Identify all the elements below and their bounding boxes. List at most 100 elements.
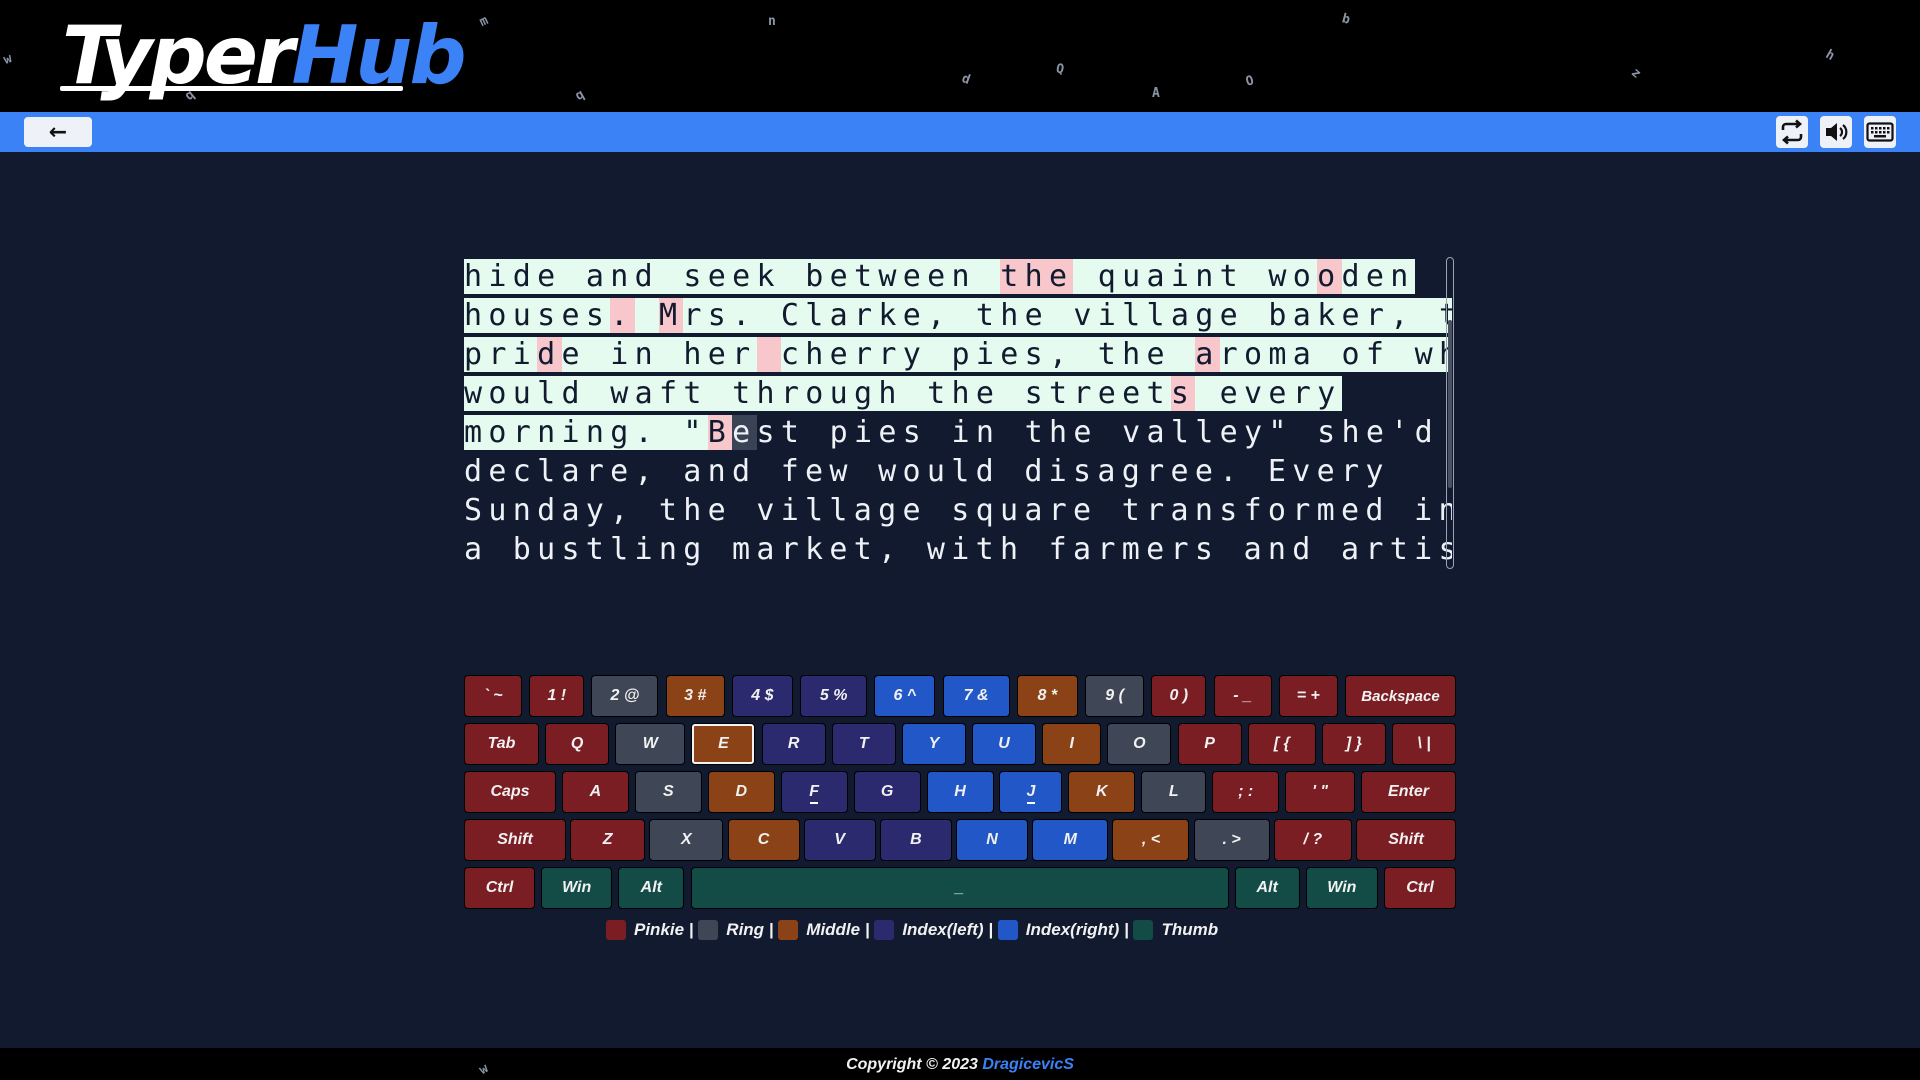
key-b[interactable]: B	[879, 819, 952, 861]
key-q[interactable]: Q	[545, 723, 610, 765]
key-1[interactable]: 1 !	[529, 675, 585, 717]
key-2[interactable]: 2 @	[591, 675, 659, 717]
text-line: morning. "Best pies in the valley" she'd	[464, 415, 1439, 450]
key-d[interactable]: D	[707, 771, 775, 813]
floating-letter: q	[572, 87, 588, 104]
key-e[interactable]: E	[691, 723, 756, 765]
key-f[interactable]: F	[780, 771, 848, 813]
key-win[interactable]: Win	[541, 867, 613, 909]
key-backspace[interactable]: Backspace	[1345, 675, 1456, 717]
key-j[interactable]: J	[999, 771, 1063, 813]
key-enter[interactable]: Enter	[1361, 771, 1456, 813]
logo-underline	[60, 86, 403, 91]
key-4[interactable]: 4 $	[731, 675, 793, 717]
key-s[interactable]: S	[634, 771, 702, 813]
key-k[interactable]: K	[1068, 771, 1136, 813]
key-x[interactable]: X	[649, 819, 724, 861]
key-g[interactable]: G	[853, 771, 921, 813]
legend-label: Thumb	[1161, 920, 1219, 939]
key-tab[interactable]: Tab	[464, 723, 539, 765]
legend-swatch	[997, 920, 1018, 940]
text-line: pride in her cherry pies, the aroma of w…	[464, 335, 1452, 374]
key-caps[interactable]: Caps	[464, 771, 556, 813]
footer: w Copyright © 2023 DragicevicS	[0, 1048, 1920, 1080]
typerhub-logo[interactable]: TyperHub	[62, 16, 467, 96]
key-3[interactable]: 3 #	[665, 675, 725, 717]
key-z[interactable]: Z	[570, 819, 646, 861]
key-v[interactable]: V	[803, 819, 876, 861]
volume-button[interactable]	[1820, 116, 1852, 148]
key-i[interactable]: I	[1042, 723, 1102, 765]
finger-legend: Pinkie | Ring | Middle | Index(left) | I…	[606, 918, 1218, 942]
key-w[interactable]: W	[615, 723, 686, 765]
legend-label: Pinkie |	[634, 920, 694, 939]
key-sym00[interactable]: ` ~	[464, 675, 522, 717]
repeat-button[interactable]	[1776, 116, 1808, 148]
legend-item-index-right: Index(right) |	[997, 920, 1134, 940]
key-t[interactable]: T	[831, 723, 896, 765]
floating-letter: A	[1152, 86, 1160, 101]
key-sym113[interactable]: \ |	[1392, 723, 1456, 765]
copyright-text: Copyright © 2023 DragicevicS	[0, 1056, 1920, 1074]
key-u[interactable]: U	[972, 723, 1037, 765]
key-m[interactable]: M	[1032, 819, 1109, 861]
legend-item-pinkie: Pinkie |	[606, 920, 698, 940]
key-sym43[interactable]: _	[690, 867, 1229, 909]
text-line: declare, and few would disagree. Every	[464, 454, 1390, 489]
text-line: a bustling market, with farmers and arti…	[464, 532, 1452, 567]
key-5[interactable]: 5 %	[800, 675, 868, 717]
typing-text-area[interactable]: hide and seek between the quaint wooden h…	[464, 257, 1452, 569]
legend-swatch	[1133, 920, 1154, 940]
key-sym011[interactable]: - _	[1213, 675, 1272, 717]
key-alt[interactable]: Alt	[1234, 867, 1300, 909]
key-y[interactable]: Y	[901, 723, 966, 765]
key-h[interactable]: H	[926, 771, 994, 813]
key-r[interactable]: R	[761, 723, 826, 765]
key-shift[interactable]: Shift	[1356, 819, 1456, 861]
key-sym310[interactable]: / ?	[1273, 819, 1352, 861]
key-8[interactable]: 8 *	[1016, 675, 1078, 717]
copyright-label: Copyright © 2023	[846, 1056, 983, 1073]
key-l[interactable]: L	[1141, 771, 1207, 813]
key-a[interactable]: A	[561, 771, 629, 813]
key-6[interactable]: 6 ^	[874, 675, 936, 717]
legend-label: Middle |	[806, 920, 870, 939]
key-c[interactable]: C	[727, 819, 800, 861]
keyboard-toggle-button[interactable]	[1864, 116, 1896, 148]
key-sym111[interactable]: [ {	[1247, 723, 1316, 765]
toolbar: ←	[0, 112, 1920, 152]
text-line: hide and seek between the quaint wooden	[464, 259, 1415, 294]
key-alt[interactable]: Alt	[618, 867, 685, 909]
back-button[interactable]: ←	[24, 117, 92, 147]
legend-item-middle: Middle |	[778, 920, 874, 940]
author-link[interactable]: DragicevicS	[982, 1056, 1074, 1073]
repeat-icon	[1781, 119, 1803, 145]
key-sym112[interactable]: ] }	[1321, 723, 1386, 765]
legend-item-ring: Ring |	[698, 920, 778, 940]
key-shift[interactable]: Shift	[464, 819, 566, 861]
text-scrollbar-thumb[interactable]	[1448, 320, 1452, 488]
floating-letter: d	[959, 71, 973, 88]
key-o[interactable]: O	[1107, 723, 1172, 765]
key-ctrl[interactable]: Ctrl	[1384, 867, 1456, 909]
key-sym39[interactable]: . >	[1193, 819, 1270, 861]
legend-item-index-left: Index(left) |	[874, 920, 997, 940]
key-sym38[interactable]: , <	[1112, 819, 1190, 861]
text-line: would waft through the streets every	[464, 376, 1342, 411]
home-key-bump	[1026, 802, 1035, 804]
key-sym012[interactable]: = +	[1278, 675, 1338, 717]
key-sym210[interactable]: ; :	[1212, 771, 1280, 813]
key-sym211[interactable]: ' "	[1285, 771, 1356, 813]
key-7[interactable]: 7 &	[942, 675, 1010, 717]
floating-letter: w	[1, 51, 15, 68]
key-p[interactable]: P	[1177, 723, 1242, 765]
legend-label: Index(right) |	[1025, 920, 1129, 939]
key-9[interactable]: 9 (	[1085, 675, 1145, 717]
key-n[interactable]: N	[956, 819, 1029, 861]
key-0[interactable]: 0 )	[1151, 675, 1207, 717]
key-ctrl[interactable]: Ctrl	[464, 867, 535, 909]
home-key-bump	[810, 802, 819, 804]
key-win[interactable]: Win	[1305, 867, 1378, 909]
floating-letter: O	[1244, 73, 1256, 90]
volume-icon	[1826, 123, 1848, 141]
